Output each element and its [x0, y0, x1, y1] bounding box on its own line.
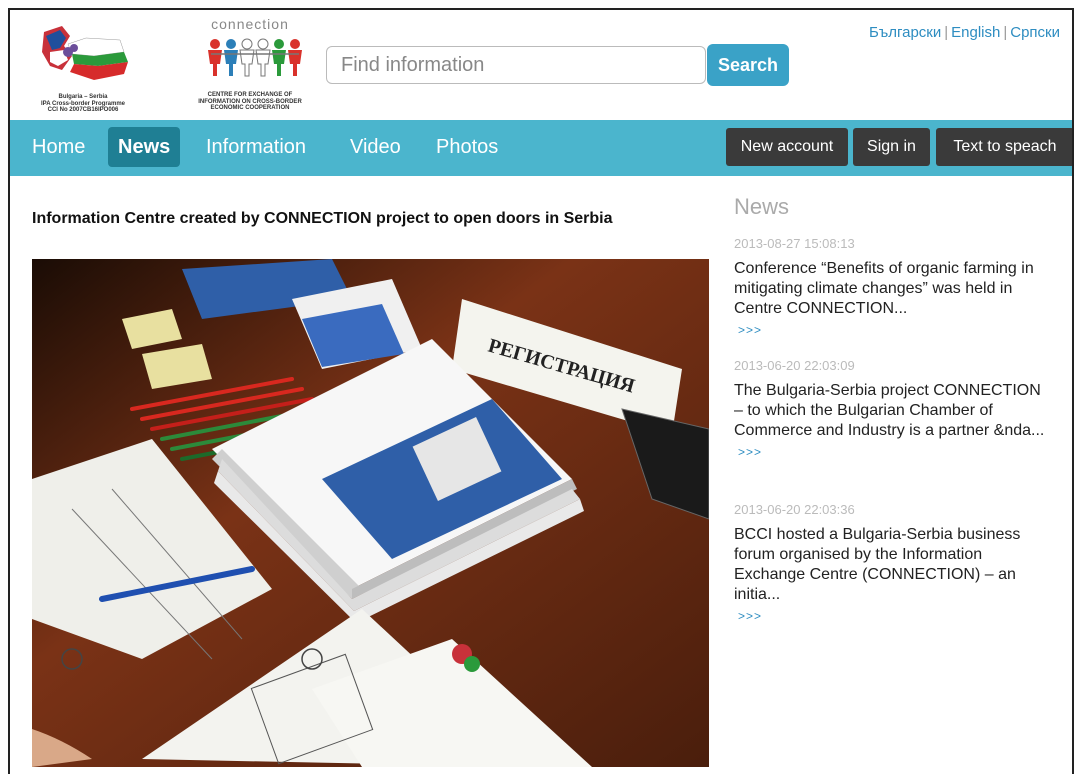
- language-switcher: Български | English | Српски: [869, 24, 1060, 41]
- sign-in-button[interactable]: Sign in: [853, 128, 930, 166]
- connection-logo-title: connection: [211, 16, 289, 32]
- news-item: 2013-06-20 22:03:36 BCCI hosted a Bulgar…: [734, 502, 1054, 623]
- people-chain-icon: [208, 38, 302, 77]
- header: Bulgaria – Serbia IPA Cross-border Progr…: [10, 10, 1072, 120]
- language-separator: |: [1003, 24, 1008, 41]
- page-frame: Bulgaria – Serbia IPA Cross-border Progr…: [8, 8, 1074, 774]
- connection-logo[interactable]: connection CENTRE FOR EXCHANGE OF INFORM…: [175, 16, 325, 120]
- news-item: 2013-06-20 22:03:09 The Bulgaria-Serbia …: [734, 358, 1054, 459]
- news-date: 2013-06-20 22:03:36: [734, 502, 855, 517]
- read-more-link[interactable]: >>>: [734, 445, 1054, 459]
- nav-item-video[interactable]: Video: [340, 127, 411, 167]
- nav-item-information[interactable]: Information: [196, 127, 316, 167]
- article-photo[interactable]: РЕГИСТРАЦИЯ: [32, 259, 709, 767]
- news-text[interactable]: BCCI hosted a Bulgaria-Serbia business f…: [734, 525, 1054, 605]
- news-date: 2013-06-20 22:03:09: [734, 358, 855, 373]
- nav-item-photos[interactable]: Photos: [426, 127, 508, 167]
- read-more-link[interactable]: >>>: [734, 609, 1054, 623]
- programme-logo[interactable]: Bulgaria – Serbia IPA Cross-border Progr…: [24, 22, 142, 120]
- search-button[interactable]: Search: [707, 44, 789, 86]
- registration-table-photo: РЕГИСТРАЦИЯ: [32, 259, 709, 767]
- search-input[interactable]: [326, 46, 706, 84]
- news-item: 2013-08-27 15:08:13 Conference “Benefits…: [734, 236, 1054, 337]
- news-text[interactable]: The Bulgaria-Serbia project CONNECTION –…: [734, 381, 1054, 441]
- nav-item-home[interactable]: Home: [22, 127, 95, 167]
- connection-logo-caption: CENTRE FOR EXCHANGE OF INFORMATION ON CR…: [198, 92, 302, 111]
- language-bulgarian-link[interactable]: Български: [869, 24, 941, 41]
- article-title: Information Centre created by CONNECTION…: [32, 210, 613, 227]
- nav-item-news[interactable]: News: [108, 127, 181, 167]
- text-to-speech-button[interactable]: Text to speach: [936, 128, 1072, 166]
- language-serbian-link[interactable]: Српски: [1010, 24, 1060, 41]
- new-account-button[interactable]: New account: [726, 128, 848, 166]
- news-date: 2013-08-27 15:08:13: [734, 236, 855, 251]
- main-nav: Home News Information Video Photos New a…: [10, 120, 1072, 176]
- bulgaria-serbia-map-icon: [42, 26, 128, 80]
- language-separator: |: [944, 24, 949, 41]
- read-more-link[interactable]: >>>: [734, 323, 1054, 337]
- news-heading: News: [734, 194, 790, 219]
- news-text[interactable]: Conference “Benefits of organic farming …: [734, 259, 1054, 319]
- programme-logo-caption: Bulgaria – Serbia IPA Cross-border Progr…: [40, 94, 126, 113]
- language-english-link[interactable]: English: [951, 24, 1000, 41]
